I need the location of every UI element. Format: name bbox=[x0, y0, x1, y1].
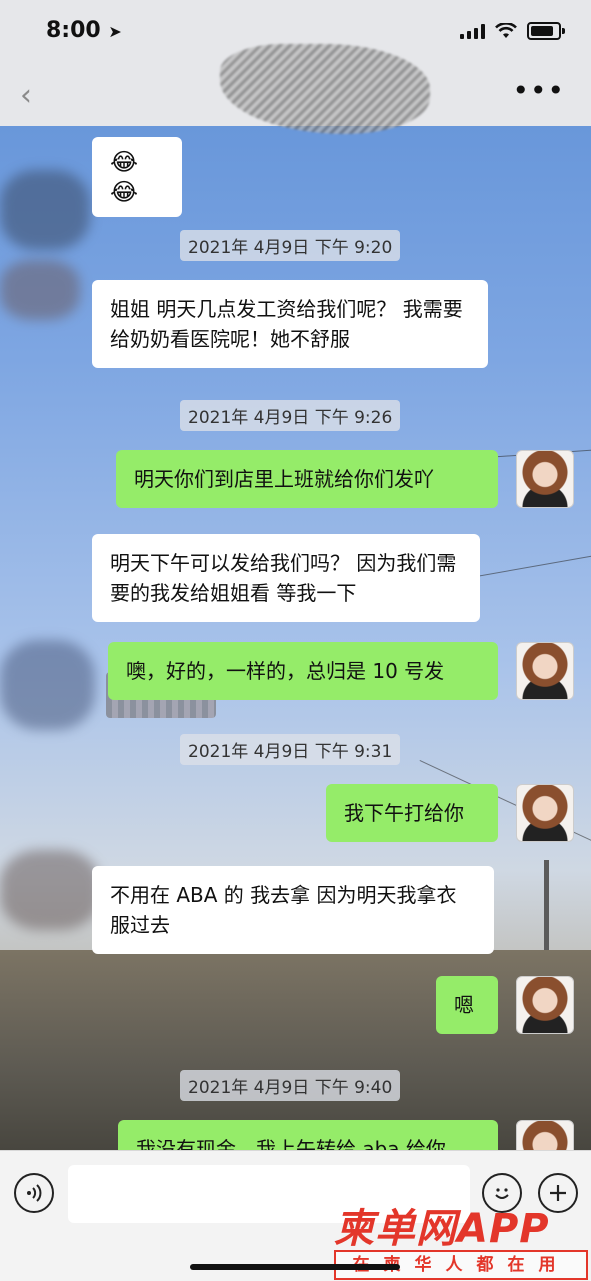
timestamp: 2021年 4月9日 下午 9:26 bbox=[180, 400, 401, 431]
avatar[interactable] bbox=[516, 1120, 574, 1150]
outgoing-message[interactable]: 明天你们到店里上班就给你们发吖 bbox=[116, 450, 498, 508]
voice-icon[interactable] bbox=[14, 1173, 54, 1213]
timestamp: 2021年 4月9日 下午 9:20 bbox=[180, 230, 401, 261]
outgoing-message[interactable]: 我下午打给你 bbox=[326, 784, 498, 842]
incoming-message[interactable]: 姐姐 明天几点发工资给我们呢？ 我需要给奶奶看医院呢！她不舒服 bbox=[92, 280, 488, 368]
timestamp: 2021年 4月9日 下午 9:40 bbox=[180, 1070, 401, 1101]
more-options-button[interactable]: ••• bbox=[512, 74, 565, 107]
chevron-left-icon[interactable]: ‹ bbox=[20, 78, 32, 113]
outgoing-message[interactable]: 我没有现金，我上午转给 aba 给你 bbox=[118, 1120, 498, 1150]
home-indicator[interactable] bbox=[190, 1264, 400, 1270]
avatar[interactable] bbox=[516, 642, 574, 700]
avatar[interactable] bbox=[516, 976, 574, 1034]
signal-icon bbox=[460, 23, 485, 39]
redacted-contact-name bbox=[220, 44, 430, 134]
incoming-message[interactable]: 😂😂 bbox=[92, 137, 182, 217]
wifi-icon bbox=[495, 23, 517, 38]
chat-header: ‹ ••• bbox=[0, 44, 591, 134]
status-time: 8:00 ➤ bbox=[46, 18, 122, 43]
outgoing-message[interactable]: 嗯 bbox=[436, 976, 498, 1034]
incoming-message[interactable]: 不用在 ABA 的 我去拿 因为明天我拿衣服过去 bbox=[92, 866, 494, 954]
watermark-logo: 柬单网APP bbox=[334, 1206, 550, 1252]
timestamp: 2021年 4月9日 下午 9:31 bbox=[180, 734, 401, 765]
avatar[interactable] bbox=[516, 450, 574, 508]
message-list[interactable]: 😂😂 2021年 4月9日 下午 9:20 姐姐 明天几点发工资给我们呢？ 我需… bbox=[0, 126, 591, 1150]
incoming-message[interactable]: 明天下午可以发给我们吗？ 因为我们需要的我发给姐姐看 等我一下 bbox=[92, 534, 480, 622]
status-icons bbox=[460, 22, 565, 40]
outgoing-message[interactable]: 噢，好的，一样的，总归是 10 号发 bbox=[108, 642, 498, 700]
battery-icon bbox=[527, 22, 565, 40]
avatar[interactable] bbox=[516, 784, 574, 842]
